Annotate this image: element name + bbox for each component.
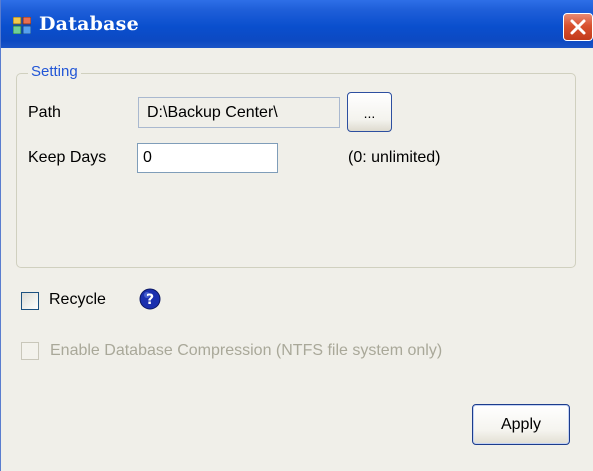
- keep-days-label: Keep Days: [28, 149, 107, 166]
- keep-days-hint: (0: unlimited): [348, 149, 441, 166]
- help-icon[interactable]: ?: [139, 288, 161, 310]
- setting-legend: Setting: [28, 63, 81, 81]
- window-title: Database: [39, 13, 139, 35]
- keep-days-input[interactable]: 0: [137, 143, 278, 173]
- close-icon: [570, 19, 586, 35]
- recycle-checkbox[interactable]: [21, 292, 39, 310]
- svg-text:?: ?: [146, 292, 154, 308]
- path-label: Path: [28, 104, 61, 121]
- database-window: Database Setting Path D:\Backup Center\ …: [0, 0, 593, 471]
- compression-checkbox[interactable]: [21, 342, 39, 360]
- apply-button[interactable]: Apply: [472, 404, 570, 445]
- compression-label: Enable Database Compression (NTFS file s…: [50, 342, 443, 359]
- browse-button[interactable]: ...: [347, 92, 392, 132]
- close-button[interactable]: [563, 13, 593, 41]
- database-app-icon: [13, 17, 31, 34]
- title-bar[interactable]: Database: [1, 0, 593, 48]
- path-field[interactable]: D:\Backup Center\: [138, 97, 340, 128]
- recycle-label[interactable]: Recycle: [49, 291, 106, 309]
